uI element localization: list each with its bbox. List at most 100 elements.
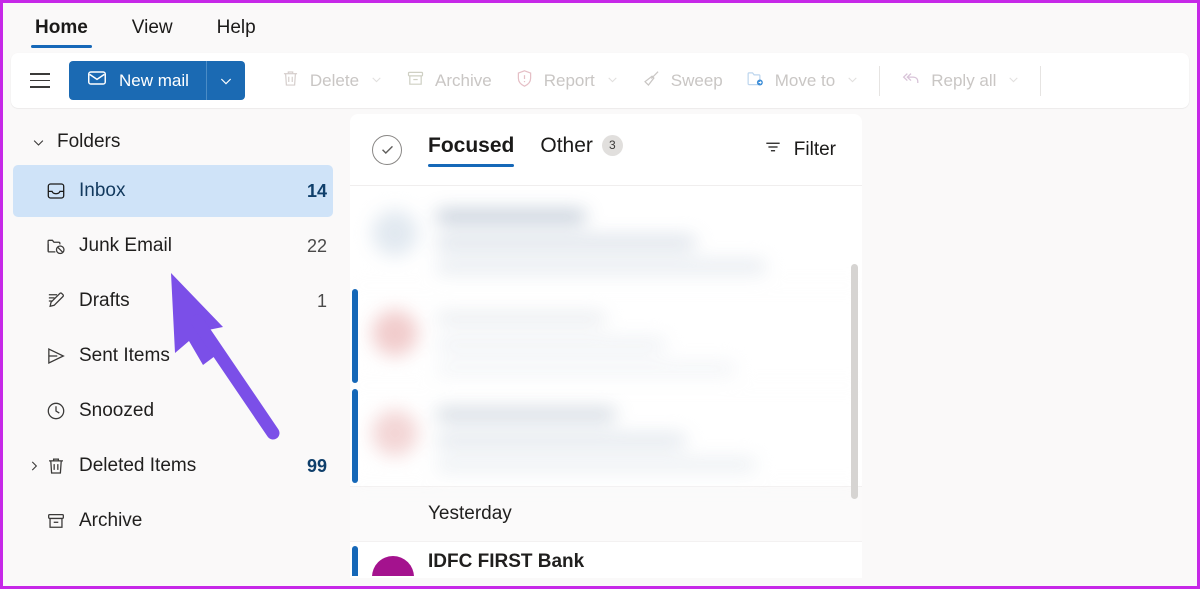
filter-label: Filter (793, 138, 836, 160)
reply-all-button[interactable]: Reply all (889, 61, 1031, 101)
avatar (372, 210, 418, 256)
drafts-count: 1 (316, 290, 327, 311)
hamburger-icon[interactable] (19, 62, 61, 100)
sidebar-item-label: Drafts (79, 290, 130, 311)
sidebar-item-label: Junk Email (79, 235, 172, 256)
date-group-header: Yesterday (350, 486, 862, 542)
preview-line (436, 458, 756, 471)
folder-arrow-icon (745, 68, 766, 94)
sidebar-item-sent-items[interactable]: Sent Items (13, 330, 333, 382)
workspace: Folders Inbox 14 Junk Email 22 Drafts 1 … (3, 108, 1197, 578)
command-toolbar: New mail Delete Archive Report Sweep Mov… (11, 53, 1189, 108)
list-item[interactable]: IDFC FIRST Bank (350, 542, 862, 576)
report-chevron-down-icon[interactable] (606, 71, 619, 91)
reply-all-chevron-down-icon[interactable] (1007, 71, 1020, 91)
subject-line (436, 236, 696, 249)
sender-line (436, 312, 606, 325)
message-list-header: Focused Other 3 Filter (350, 114, 862, 186)
sidebar-item-snoozed[interactable]: Snoozed (13, 385, 333, 437)
filter-lines-icon (763, 137, 783, 163)
junk-email-count: 22 (306, 235, 327, 256)
new-mail-button[interactable]: New mail (69, 61, 207, 100)
sidebar-item-drafts[interactable]: Drafts 1 (13, 275, 333, 327)
junk-folder-icon (45, 235, 79, 257)
sidebar-item-label: Sent Items (79, 345, 170, 366)
message-list-scrollbar[interactable] (851, 264, 858, 499)
send-paper-plane-icon (45, 345, 79, 367)
move-to-button[interactable]: Move to (734, 61, 870, 101)
circle-check-icon[interactable] (372, 134, 402, 165)
folder-sidebar: Folders Inbox 14 Junk Email 22 Drafts 1 … (3, 114, 350, 578)
date-group-label: Yesterday (428, 503, 512, 524)
sender-name: IDFC FIRST Bank (428, 551, 585, 572)
delete-chevron-down-icon[interactable] (370, 71, 383, 91)
reply-all-icon (900, 67, 922, 94)
list-item[interactable] (350, 286, 862, 386)
archive-box-icon (45, 510, 79, 532)
sidebar-item-label: Snoozed (79, 400, 155, 421)
reply-all-label: Reply all (931, 70, 997, 90)
new-mail-split-button[interactable]: New mail (69, 61, 245, 100)
delete-button[interactable]: Delete (269, 61, 394, 101)
sidebar-item-inbox[interactable]: Inbox 14 (13, 165, 333, 217)
deleted-items-count: 99 (306, 455, 327, 476)
sidebar-item-archive[interactable]: Archive (13, 495, 333, 547)
subject-line (436, 338, 666, 351)
sender-line (436, 408, 616, 421)
archive-label: Archive (435, 70, 492, 90)
list-item[interactable] (350, 186, 862, 286)
new-mail-label: New mail (119, 70, 189, 90)
sidebar-item-label: Inbox (79, 180, 126, 201)
preview-line (436, 362, 736, 375)
unread-indicator (352, 289, 358, 383)
move-to-chevron-down-icon[interactable] (846, 71, 859, 91)
broom-icon (641, 68, 662, 94)
tab-home[interactable]: Home (21, 17, 102, 48)
folders-label: Folders (57, 131, 121, 152)
message-list-panel: Focused Other 3 Filter Yesterday IDFC FI… (350, 114, 862, 578)
other-label: Other (540, 134, 593, 157)
filter-button[interactable]: Filter (753, 131, 846, 169)
tab-help[interactable]: Help (203, 17, 270, 48)
other-count-badge: 3 (601, 134, 623, 156)
new-mail-dropdown-chevron-down-icon[interactable] (206, 61, 245, 100)
sidebar-item-junk-email[interactable]: Junk Email 22 (13, 220, 333, 272)
unread-indicator (352, 389, 358, 483)
tab-focused[interactable]: Focused (428, 134, 515, 167)
deleted-items-expand-chevron-right-icon[interactable] (23, 459, 45, 473)
reading-pane (862, 114, 1197, 578)
ribbon-tab-strip: Home View Help (3, 3, 1197, 48)
message-list-body[interactable]: Yesterday IDFC FIRST Bank (350, 186, 862, 578)
trash-icon (45, 455, 79, 477)
delete-label: Delete (309, 70, 360, 90)
shield-exclamation-icon (514, 68, 535, 94)
sender-line (436, 210, 586, 223)
focused-label: Focused (428, 134, 515, 157)
avatar (372, 410, 418, 456)
clock-icon (45, 400, 79, 422)
chevron-down-icon[interactable] (29, 135, 47, 150)
sidebar-item-deleted-items[interactable]: Deleted Items 99 (13, 440, 333, 492)
tab-other[interactable]: Other 3 (540, 134, 623, 165)
sidebar-item-label: Archive (79, 510, 143, 531)
list-item[interactable] (350, 386, 862, 486)
inbox-unread-count: 14 (306, 180, 327, 201)
folders-section-header[interactable]: Folders (3, 122, 350, 162)
report-button[interactable]: Report (503, 61, 630, 101)
avatar (372, 556, 414, 576)
report-label: Report (543, 70, 595, 90)
archive-button[interactable]: Archive (394, 61, 503, 101)
trash-icon (280, 68, 301, 94)
move-to-label: Move to (774, 70, 836, 90)
preview-line (436, 260, 766, 273)
sidebar-item-label: Deleted Items (79, 455, 197, 476)
sweep-button[interactable]: Sweep (630, 61, 734, 101)
tab-view[interactable]: View (118, 17, 187, 48)
envelope-icon (86, 67, 108, 94)
inbox-tray-icon (45, 180, 79, 202)
sweep-label: Sweep (670, 70, 723, 90)
archive-box-icon (405, 68, 426, 94)
toolbar-divider (879, 65, 881, 96)
subject-line (436, 434, 686, 447)
avatar (372, 310, 418, 356)
